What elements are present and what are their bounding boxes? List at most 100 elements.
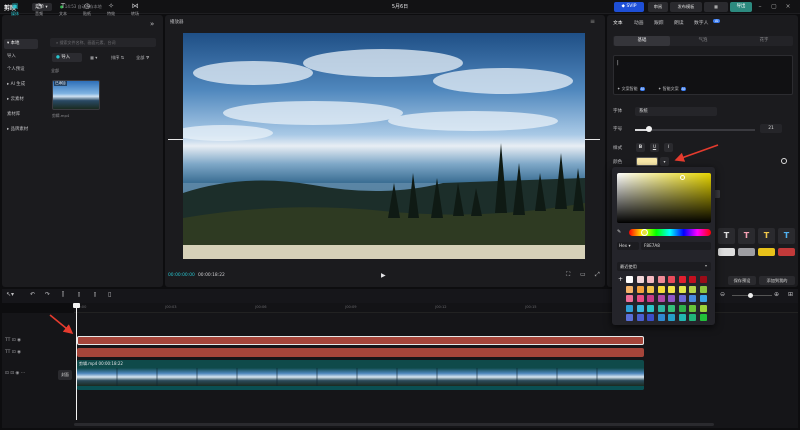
add-preset-button[interactable]: 添加到我的 bbox=[759, 276, 795, 285]
color-swatch[interactable] bbox=[657, 276, 665, 283]
color-swatch[interactable] bbox=[657, 285, 665, 293]
color-swatch[interactable] bbox=[626, 304, 633, 312]
maximize-icon[interactable]: ▢ bbox=[770, 3, 778, 11]
review-button[interactable]: 审阅 bbox=[648, 2, 668, 12]
tab-text-props[interactable]: 文本 bbox=[613, 19, 623, 26]
text-preset-3[interactable]: T bbox=[758, 228, 775, 244]
color-swatch[interactable] bbox=[657, 314, 665, 321]
color-swatch[interactable] bbox=[678, 295, 686, 302]
export-button[interactable]: 导出 bbox=[730, 2, 752, 12]
color-swatch[interactable] bbox=[647, 276, 654, 283]
tab-tracking[interactable]: 跟踪 bbox=[654, 19, 664, 26]
color-swatch[interactable] bbox=[626, 295, 633, 302]
saturation-value-area[interactable] bbox=[617, 173, 711, 223]
text-preset-5[interactable] bbox=[718, 248, 735, 256]
side-item-brand[interactable]: ▸ 品牌素材 bbox=[4, 125, 38, 135]
size-slider-handle[interactable] bbox=[646, 126, 652, 132]
sort-button[interactable]: 排序 ⇅ bbox=[111, 53, 124, 62]
bold-button[interactable]: B bbox=[636, 143, 645, 152]
zoom-in-icon[interactable]: ⊕ bbox=[774, 291, 779, 298]
video-preview[interactable] bbox=[183, 33, 585, 259]
text-preset-6[interactable] bbox=[738, 248, 755, 256]
video-clip[interactable] bbox=[77, 360, 644, 390]
playhead-handle[interactable] bbox=[73, 303, 80, 308]
split-right-icon[interactable]: ⫾ bbox=[94, 291, 96, 299]
color-swatch[interactable] bbox=[626, 285, 633, 293]
keyframe-icon[interactable] bbox=[781, 158, 787, 164]
tab-audio[interactable]: ◔ 音频 bbox=[28, 1, 50, 19]
text-preset-7[interactable] bbox=[758, 248, 775, 256]
text-smart-option[interactable]: ✦ 文案智能 AI bbox=[617, 86, 645, 92]
more-tabs-icon[interactable]: » bbox=[150, 20, 154, 28]
side-item-cloud[interactable]: ▸ 云素材 bbox=[4, 95, 38, 105]
color-swatch[interactable] bbox=[678, 304, 686, 312]
text-clip[interactable] bbox=[77, 348, 644, 357]
sub-tab-basic[interactable]: 基础 bbox=[614, 36, 670, 46]
color-swatch[interactable] bbox=[647, 285, 654, 293]
text-preset-1[interactable]: T bbox=[718, 228, 735, 244]
color-swatch[interactable] bbox=[668, 314, 675, 321]
color-swatch[interactable] bbox=[647, 304, 654, 312]
layout-button[interactable]: ▦ bbox=[704, 2, 728, 12]
save-preset-button[interactable]: 保存预设 bbox=[728, 276, 756, 285]
color-swatch[interactable] bbox=[689, 314, 696, 321]
color-swatch[interactable] bbox=[689, 304, 696, 312]
color-swatch[interactable] bbox=[699, 304, 707, 312]
tab-effect[interactable]: ✧ 特效 bbox=[100, 1, 122, 19]
select-tool-icon[interactable]: ↖▾ bbox=[6, 291, 14, 298]
split-left-icon[interactable]: ⫾ bbox=[78, 291, 80, 299]
publish-template-button[interactable]: 发布模板 bbox=[670, 2, 702, 12]
text-track-1-controls[interactable]: TT ⊡ ◉ bbox=[5, 338, 21, 343]
view-mode-button[interactable]: ▦ ▾ bbox=[90, 53, 97, 62]
underline-button[interactable]: U bbox=[650, 143, 659, 152]
fit-timeline-icon[interactable]: ⊞ bbox=[788, 291, 793, 298]
color-swatch[interactable] bbox=[636, 304, 644, 312]
size-slider-track[interactable] bbox=[635, 129, 755, 131]
fit-screen-icon[interactable]: ⛶ bbox=[566, 271, 570, 279]
media-search-input[interactable]: ⌕ 搜索文件名称、画面元素、台词 bbox=[50, 38, 156, 47]
tab-digital-human[interactable]: 数字人 bbox=[694, 19, 708, 26]
color-dropdown-button[interactable]: ▾ bbox=[660, 157, 669, 166]
color-swatch[interactable] bbox=[657, 304, 665, 312]
color-swatch[interactable] bbox=[668, 304, 675, 312]
tab-text[interactable]: T 文本 bbox=[52, 1, 74, 19]
color-swatch[interactable] bbox=[668, 295, 675, 302]
sub-tab-fancy[interactable]: 花字 bbox=[736, 36, 792, 46]
close-icon[interactable]: × bbox=[784, 3, 792, 11]
zoom-out-icon[interactable]: ⊖ bbox=[720, 291, 725, 298]
text-preset-4[interactable]: T bbox=[778, 228, 795, 244]
hue-slider-handle[interactable] bbox=[641, 229, 648, 236]
smart-copy-option[interactable]: ✦ 智能文案 AI bbox=[658, 86, 686, 92]
color-swatch[interactable] bbox=[668, 285, 675, 293]
color-swatch[interactable] bbox=[636, 314, 644, 321]
add-swatch-button[interactable]: + bbox=[618, 276, 623, 283]
video-track-controls[interactable]: ⊡ ⊡ ◉ ⋯ bbox=[5, 371, 25, 376]
color-swatch[interactable] bbox=[699, 295, 707, 302]
color-swatch[interactable] bbox=[678, 314, 686, 321]
color-swatch[interactable] bbox=[678, 285, 686, 293]
text-preset-2[interactable]: T bbox=[738, 228, 755, 244]
font-select[interactable]: 系统 bbox=[635, 107, 717, 116]
color-swatch[interactable] bbox=[647, 314, 654, 321]
color-swatch[interactable] bbox=[626, 276, 633, 283]
zoom-slider-handle[interactable] bbox=[748, 293, 753, 298]
tab-media[interactable]: ▣ 媒体 bbox=[4, 1, 26, 19]
side-item-library[interactable]: 素材库 bbox=[4, 110, 38, 120]
recent-colors-select[interactable]: 最近使用 bbox=[617, 262, 711, 271]
tab-transition[interactable]: ⋈ 转场 bbox=[124, 1, 146, 19]
hex-input[interactable]: F8E7A8 bbox=[641, 242, 711, 250]
color-swatch[interactable] bbox=[689, 285, 696, 293]
side-item-local[interactable]: ▾ 本地 bbox=[4, 39, 38, 49]
color-swatch[interactable] bbox=[699, 285, 707, 293]
timeline-scrollbar[interactable] bbox=[74, 423, 714, 426]
color-mode-select[interactable]: Hex ▾ bbox=[617, 242, 639, 250]
side-item-import[interactable]: 导入 bbox=[4, 52, 38, 62]
text-clip-selected[interactable] bbox=[77, 336, 644, 345]
eyedropper-icon[interactable]: ✎ bbox=[617, 229, 621, 235]
import-button[interactable]: ● 导入 bbox=[52, 53, 82, 62]
tab-sticker[interactable]: ◷ 贴纸 bbox=[76, 1, 98, 19]
side-item-presets[interactable]: 个人预设 bbox=[4, 65, 38, 75]
text-track-2-controls[interactable]: TT ⊡ ◉ bbox=[5, 350, 21, 355]
ratio-icon[interactable]: ▭ bbox=[580, 271, 586, 278]
color-swatch[interactable] bbox=[626, 314, 633, 321]
